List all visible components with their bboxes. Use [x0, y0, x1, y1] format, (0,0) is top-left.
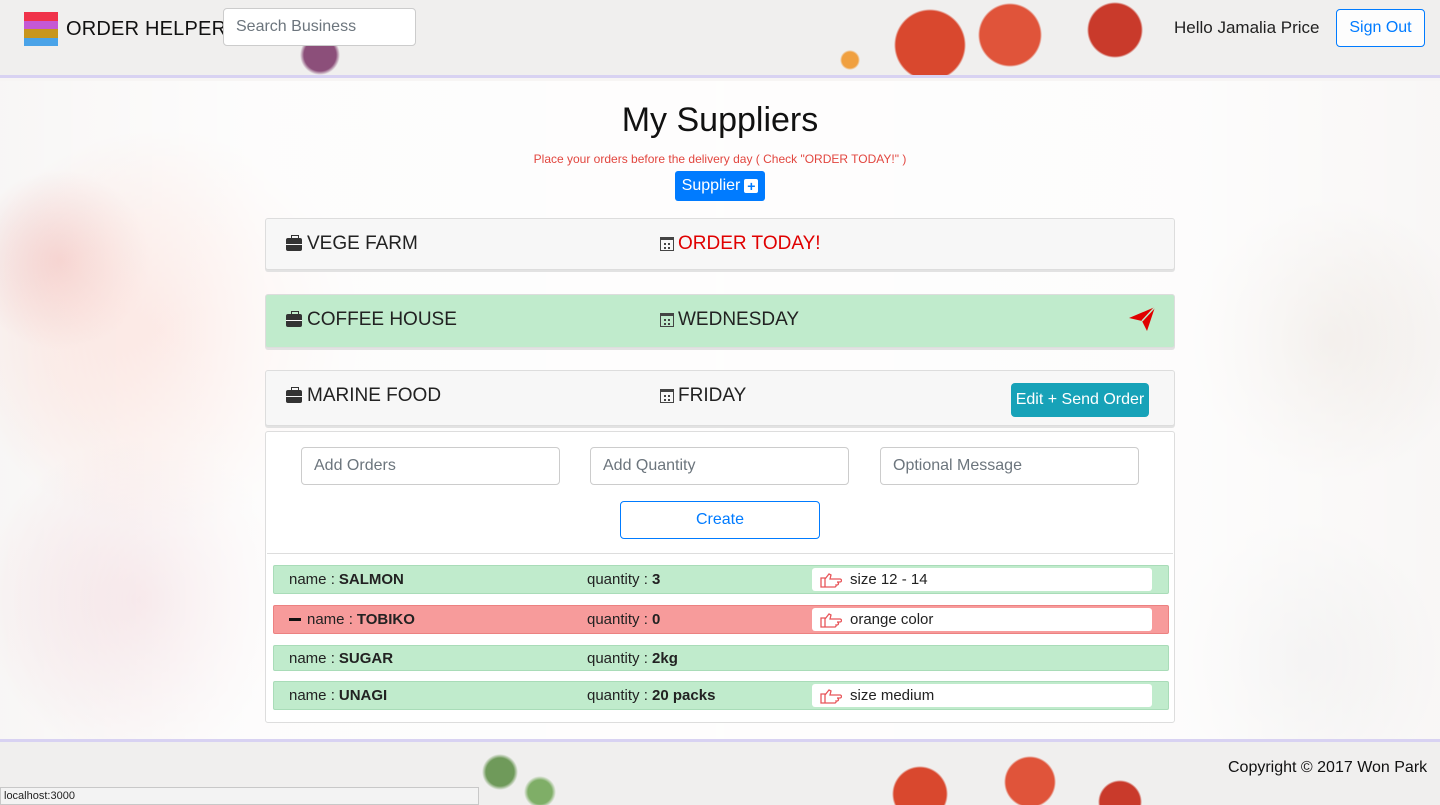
user-greeting: Hello Jamalia Price [1174, 18, 1320, 37]
quantity-label: quantity : [587, 571, 648, 588]
name-label: name : [289, 650, 335, 667]
quantity-label: quantity : [587, 611, 648, 628]
hand-pointing-right-icon [820, 688, 842, 704]
order-message: orange color [812, 608, 1152, 631]
supplier-name: VEGE FARM [286, 233, 418, 255]
edit-send-order-button[interactable]: Edit + Send Order [1011, 383, 1149, 417]
supplier-card-coffee-house[interactable]: COFFEE HOUSE WEDNESDAY [265, 294, 1175, 348]
quantity-value: 0 [652, 611, 661, 628]
order-row[interactable]: name : UNAGI quantity : 20 packs size med… [273, 681, 1169, 710]
order-panel: Create name :SALMON quantity : 3 size 12… [265, 431, 1175, 723]
app-logo-icon [24, 12, 58, 46]
minus-icon[interactable] [289, 618, 301, 621]
delivery-day-text: WEDNESDAY [678, 309, 800, 330]
message-text: size medium [850, 687, 935, 704]
add-orders-input[interactable] [301, 447, 560, 485]
search-input[interactable] [223, 8, 416, 46]
page-title: My Suppliers [621, 101, 819, 139]
order-quantity: quantity : 3 [587, 571, 660, 588]
order-row-removed[interactable]: name : TOBIKO quantity : 0 orange color [273, 605, 1169, 634]
quantity-label: quantity : [587, 687, 648, 704]
quantity-value: 2kg [652, 650, 678, 667]
create-button[interactable]: Create [620, 501, 820, 539]
supplier-delivery-day: ORDER TODAY! [660, 233, 821, 255]
optional-message-input[interactable] [880, 447, 1139, 485]
sign-out-button[interactable]: Sign Out [1336, 9, 1425, 47]
name-label: name : [289, 687, 335, 704]
quantity-value: 3 [652, 571, 661, 588]
item-name: TOBIKO [356, 611, 415, 628]
supplier-name-text: COFFEE HOUSE [307, 309, 457, 330]
calendar-icon [660, 237, 674, 251]
main-content: My Suppliers Place your orders before th… [0, 81, 1440, 739]
quantity-label: quantity : [587, 650, 648, 667]
add-supplier-label: Supplier [681, 177, 741, 194]
order-name: name : SALMON [289, 571, 404, 588]
order-name: name : UNAGI [289, 687, 387, 704]
hand-pointing-right-icon [820, 612, 842, 628]
item-name: SUGAR [338, 650, 394, 667]
briefcase-icon [286, 310, 302, 327]
supplier-delivery-day: WEDNESDAY [660, 309, 799, 331]
delivery-day-text: FRIDAY [678, 385, 747, 406]
order-quantity: quantity : 20 packs [587, 687, 715, 704]
order-quantity: quantity : 2kg [587, 650, 678, 667]
supplier-name-text: VEGE FARM [307, 233, 418, 254]
copyright-text: Copyright © 2017 Won Park [1228, 759, 1428, 776]
add-quantity-input[interactable] [590, 447, 849, 485]
order-name: name : SUGAR [289, 650, 393, 667]
order-message: size 12 - 14 [812, 568, 1152, 591]
supplier-card-vege-farm[interactable]: VEGE FARM ORDER TODAY! [265, 218, 1175, 270]
top-navbar: ORDER HELPER Hello Jamalia Price Sign Ou… [0, 0, 1440, 78]
page-subtitle: Place your orders before the delivery da… [533, 152, 907, 166]
name-label: name : [289, 571, 335, 588]
paper-plane-icon[interactable] [1128, 306, 1156, 332]
supplier-card-marine-food[interactable]: MARINE FOOD FRIDAY Edit + Send Order [265, 370, 1175, 426]
briefcase-icon [286, 234, 302, 251]
order-list: name : SALMON quantity : 3 size 12 - 14 n… [267, 553, 1173, 710]
message-text: orange color [850, 611, 934, 628]
hand-pointing-right-icon [820, 572, 842, 588]
calendar-icon [660, 313, 674, 327]
order-row[interactable]: name : SALMON quantity : 3 size 12 - 14 [273, 565, 1169, 594]
supplier-name-text: MARINE FOOD [307, 385, 442, 406]
order-row[interactable]: name : SUGAR quantity : 2kg [273, 645, 1169, 671]
supplier-name: MARINE FOOD [286, 385, 441, 407]
supplier-name: COFFEE HOUSE [286, 309, 457, 331]
plus-square-icon: + [744, 179, 759, 193]
order-name: name : TOBIKO [289, 611, 415, 628]
add-supplier-button[interactable]: Supplier + [675, 171, 765, 201]
message-text: size 12 - 14 [850, 571, 928, 588]
quantity-value: 20 packs [652, 687, 716, 704]
supplier-delivery-day: FRIDAY [660, 385, 746, 407]
item-name: UNAGI [338, 687, 388, 704]
order-message: size medium [812, 684, 1152, 707]
brand-name: ORDER HELPER [66, 17, 227, 40]
browser-status-url: localhost:3000 [0, 787, 479, 805]
order-quantity: quantity : 0 [587, 611, 660, 628]
briefcase-icon [286, 386, 302, 403]
order-today-label: ORDER TODAY! [678, 233, 821, 254]
calendar-icon [660, 389, 674, 403]
brand[interactable]: ORDER HELPER [24, 12, 226, 46]
item-name: SALMON [338, 571, 404, 588]
name-label: name : [307, 611, 353, 628]
